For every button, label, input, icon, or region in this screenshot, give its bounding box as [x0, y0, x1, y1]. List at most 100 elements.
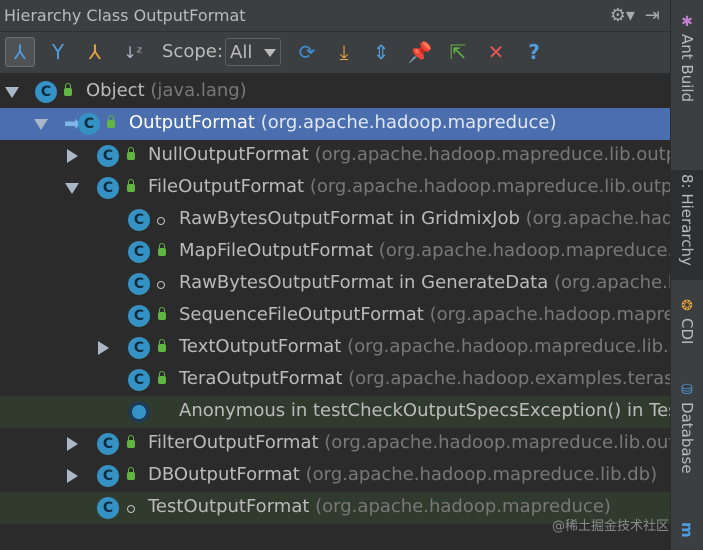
pin-icon[interactable]: 📌: [405, 37, 435, 67]
public-access-icon: [158, 307, 166, 320]
class-icon: C: [128, 273, 150, 295]
abstract-class-icon: C: [78, 113, 100, 135]
subtypes-icon[interactable]: ⅄: [80, 37, 110, 67]
package-name: (org.apache.hadoop.mapreduce.lib.db): [305, 464, 658, 485]
collapse-arrow-icon[interactable]: [65, 183, 79, 194]
public-access-icon: [107, 115, 115, 128]
expand-all-icon[interactable]: ⇕: [366, 37, 396, 67]
tree-row[interactable]: C FilterOutputFormat (org.apache.hadoop.…: [0, 428, 670, 460]
tab-cdi[interactable]: ❂ CDI: [671, 298, 703, 344]
package-name: (org.apache.hadoop.mapreduce): [315, 496, 611, 517]
public-access-icon: [158, 371, 166, 384]
hide-panel-icon[interactable]: ⇥: [645, 5, 660, 26]
class-icon: C: [128, 241, 150, 263]
tree-row[interactable]: C NullOutputFormat (org.apache.hadoop.ma…: [0, 140, 670, 172]
scope-value: All: [230, 41, 253, 63]
class-icon: C: [97, 497, 119, 519]
tree-row[interactable]: C TextOutputFormat (org.apache.hadoop.ma…: [0, 332, 670, 364]
tab-label: CDI: [678, 318, 696, 345]
expand-arrow-icon[interactable]: [67, 149, 78, 163]
class-name: Anonymous in testCheckOutputSpecsExcepti…: [179, 400, 670, 421]
package-name: (org.apache.hadoop.mapreduce.li: [378, 240, 670, 261]
chevron-down-icon: [264, 49, 276, 57]
public-access-icon: [127, 179, 135, 192]
tab-ant-build[interactable]: ✱ Ant Build: [671, 14, 703, 102]
class-name: MapFileOutputFormat: [179, 240, 374, 261]
tab-database[interactable]: ⛁ Database: [671, 382, 703, 474]
tree-row[interactable]: Anonymous in testCheckOutputSpecsExcepti…: [0, 396, 670, 428]
close-icon[interactable]: ✕: [481, 37, 511, 67]
scope-dropdown[interactable]: All: [225, 38, 281, 66]
refresh-icon[interactable]: ⟳: [292, 37, 322, 67]
database-icon: ⛁: [681, 382, 693, 398]
class-name: TeraOutputFormat: [179, 368, 343, 389]
expand-arrow-icon[interactable]: [67, 469, 78, 483]
tree-row[interactable]: C MapFileOutputFormat (org.apache.hadoop…: [0, 236, 670, 268]
class-icon: C: [128, 369, 150, 391]
collapse-arrow-icon[interactable]: [34, 119, 48, 130]
class-name: TextOutputFormat: [179, 336, 342, 357]
hierarchy-panel: Hierarchy Class OutputFormat ⚙▾ ⇥ ⅄ Y ⅄ …: [0, 0, 670, 550]
expand-arrow-icon[interactable]: [98, 341, 109, 355]
tree-row[interactable]: C Object (java.lang): [0, 76, 670, 108]
panel-title: Hierarchy Class OutputFormat: [4, 6, 246, 25]
class-icon: C: [128, 209, 150, 231]
gear-icon[interactable]: ⚙▾: [610, 5, 635, 26]
title-bar-actions: ⚙▾ ⇥: [610, 5, 660, 26]
scope-label: Scope:: [162, 41, 223, 62]
package-name: (org.apache.hadoop.examples.terasor: [348, 368, 670, 389]
package-name: (org.apache.hadoop.mapreduce): [260, 112, 557, 133]
class-icon: C: [97, 433, 119, 455]
public-access-icon: [158, 243, 166, 256]
tree-row[interactable]: C SequenceFileOutputFormat (org.apache.h…: [0, 300, 670, 332]
help-icon[interactable]: ?: [519, 37, 549, 67]
tree-row[interactable]: C RawBytesOutputFormat in GridmixJob (or…: [0, 204, 670, 236]
tab-label: Ant Build: [678, 34, 696, 103]
tab-maven[interactable]: m: [671, 518, 703, 538]
tab-label: m: [678, 522, 696, 538]
package-access-icon: [157, 281, 165, 289]
class-icon: C: [97, 465, 119, 487]
package-name: (org.apache.hadoop.mapreduce.lib.ou: [347, 336, 670, 357]
package-name: (org.apache.hadoop.mapreduce: [429, 304, 670, 325]
package-name: (org.apache.hadoop.mapreduce.lib.outp: [324, 432, 670, 453]
package-name: (java.lang): [150, 80, 247, 101]
tree-row-selected[interactable]: ➡ C OutputFormat (org.apache.hadoop.mapr…: [0, 108, 670, 140]
right-tool-window-bar: ✱ Ant Build 8: Hierarchy ❂ CDI ⛁ Databas…: [670, 0, 703, 550]
class-name: SequenceFileOutputFormat: [179, 304, 424, 325]
class-name: Object: [86, 80, 145, 101]
class-icon: C: [128, 337, 150, 359]
cdi-icon: ❂: [681, 298, 693, 314]
package-name: (org.apache.hadoo: [553, 272, 670, 293]
package-access-icon: [157, 217, 165, 225]
class-name: FilterOutputFormat: [148, 432, 319, 453]
class-name: DBOutputFormat: [148, 464, 300, 485]
tree-row[interactable]: C DBOutputFormat (org.apache.hadoop.mapr…: [0, 460, 670, 492]
abstract-class-icon: C: [97, 177, 119, 199]
abstract-class-icon: C: [35, 81, 57, 103]
sort-alpha-icon[interactable]: ↓ᶻ: [118, 37, 148, 67]
expand-arrow-icon[interactable]: [67, 437, 78, 451]
package-name: (org.apache.hadoop: [525, 208, 670, 229]
supertypes-icon[interactable]: Y: [43, 37, 73, 67]
export-icon[interactable]: ⤓: [329, 37, 359, 67]
anonymous-class-icon: [128, 401, 150, 423]
navigate-icon[interactable]: ⇱: [443, 37, 473, 67]
collapse-arrow-icon[interactable]: [5, 87, 19, 98]
class-name: NullOutputFormat: [148, 144, 309, 165]
public-access-icon: [64, 83, 72, 96]
toolbar: ⅄ Y ⅄ ↓ᶻ Scope: All ⟳ ⤓ ⇕ 📌 ⇱ ✕ ?: [0, 32, 670, 74]
package-name: (org.apache.hadoop.mapreduce.lib.output): [314, 144, 670, 165]
tree-row[interactable]: C FileOutputFormat (org.apache.hadoop.ma…: [0, 172, 670, 204]
public-access-icon: [127, 467, 135, 480]
tree-row[interactable]: C RawBytesOutputFormat in GenerateData (…: [0, 268, 670, 300]
class-name: FileOutputFormat: [148, 176, 305, 197]
package-name: (org.apache.hadoop.mapreduce.lib.output): [309, 176, 670, 197]
ant-icon: ✱: [681, 14, 693, 30]
tree-row[interactable]: C TeraOutputFormat (org.apache.hadoop.ex…: [0, 364, 670, 396]
public-access-icon: [127, 147, 135, 160]
tab-hierarchy[interactable]: 8: Hierarchy: [671, 170, 703, 280]
watermark: @稀土掘金技术社区: [552, 519, 670, 534]
type-hierarchy-icon[interactable]: ⅄: [5, 37, 35, 67]
tab-label: 8: Hierarchy: [678, 174, 696, 266]
